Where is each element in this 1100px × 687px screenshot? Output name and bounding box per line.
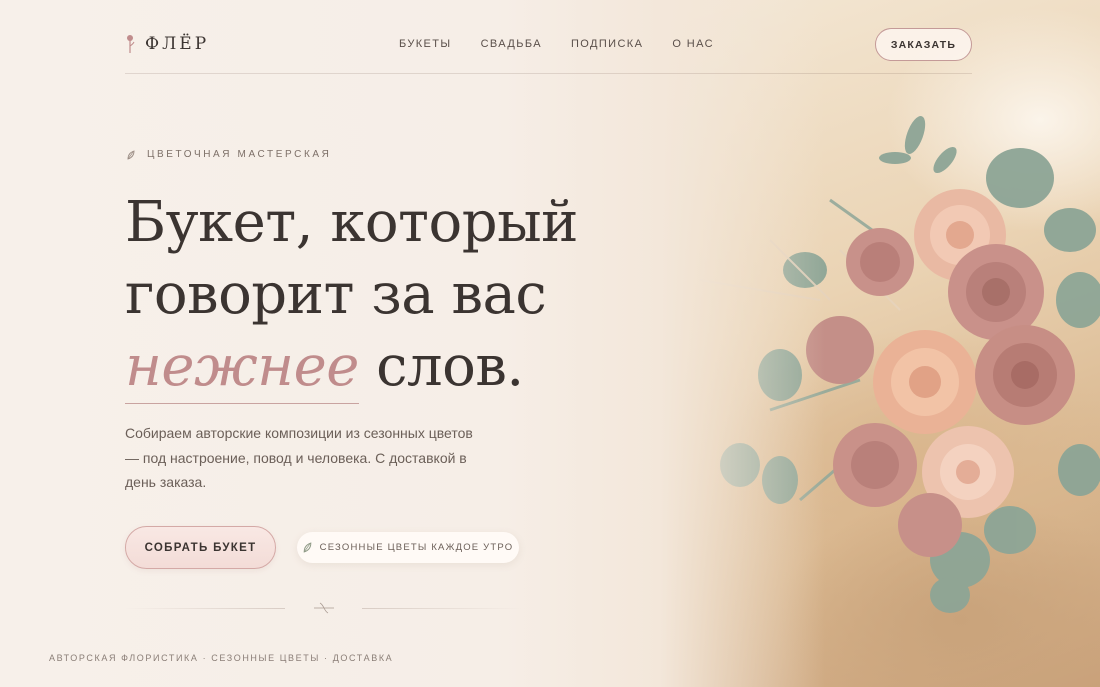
nav-item-wedding[interactable]: СВАДЬБА	[481, 38, 542, 50]
headline-line-1: Букет, который	[125, 190, 578, 255]
main-nav: БУКЕТЫ СВАДЬБА ПОДПИСКА О НАС	[399, 38, 714, 50]
leaf-icon	[127, 149, 135, 160]
eyebrow-label: ЦВЕТОЧНАЯ МАСТЕРСКАЯ	[147, 149, 332, 160]
leaf-icon	[303, 542, 311, 553]
stem-icon	[127, 35, 135, 53]
hero-headline: Букет, который говорит за вас нежнее сло…	[125, 187, 578, 404]
nav-item-bouquets[interactable]: БУКЕТЫ	[399, 38, 452, 50]
headline-accent: нежнее	[125, 334, 359, 404]
badge-label: СЕЗОННЫЕ ЦВЕТЫ КАЖДОЕ УТРО	[319, 542, 514, 553]
eyebrow: ЦВЕТОЧНАЯ МАСТЕРСКАЯ	[127, 149, 331, 160]
nav-item-about[interactable]: О НАС	[672, 38, 714, 50]
sprig-icon	[314, 602, 334, 614]
seasonal-badge: СЕЗОННЫЕ ЦВЕТЫ КАЖДОЕ УТРО	[297, 532, 519, 563]
nav-item-subscription[interactable]: ПОДПИСКА	[571, 38, 643, 50]
footer-tagline: АВТОРСКАЯ ФЛОРИСТИКА · СЕЗОННЫЕ ЦВЕТЫ · …	[49, 653, 394, 663]
site-header: ФЛЁР БУКЕТЫ СВАДЬБА ПОДПИСКА О НАС ЗАКАЗ…	[125, 26, 972, 74]
headline-line-2: говорит за вас	[125, 262, 547, 327]
logo[interactable]: ФЛЁР	[125, 34, 209, 54]
brand-name: ФЛЁР	[145, 34, 210, 54]
hero-lead: Собираем авторские композиции из сезонны…	[125, 425, 473, 490]
ornament-divider	[125, 602, 522, 614]
headline-tail: слов.	[358, 334, 524, 399]
build-bouquet-button[interactable]: СОБРАТЬ БУКЕТ	[125, 526, 276, 569]
order-button[interactable]: ЗАКАЗАТЬ	[875, 28, 972, 61]
